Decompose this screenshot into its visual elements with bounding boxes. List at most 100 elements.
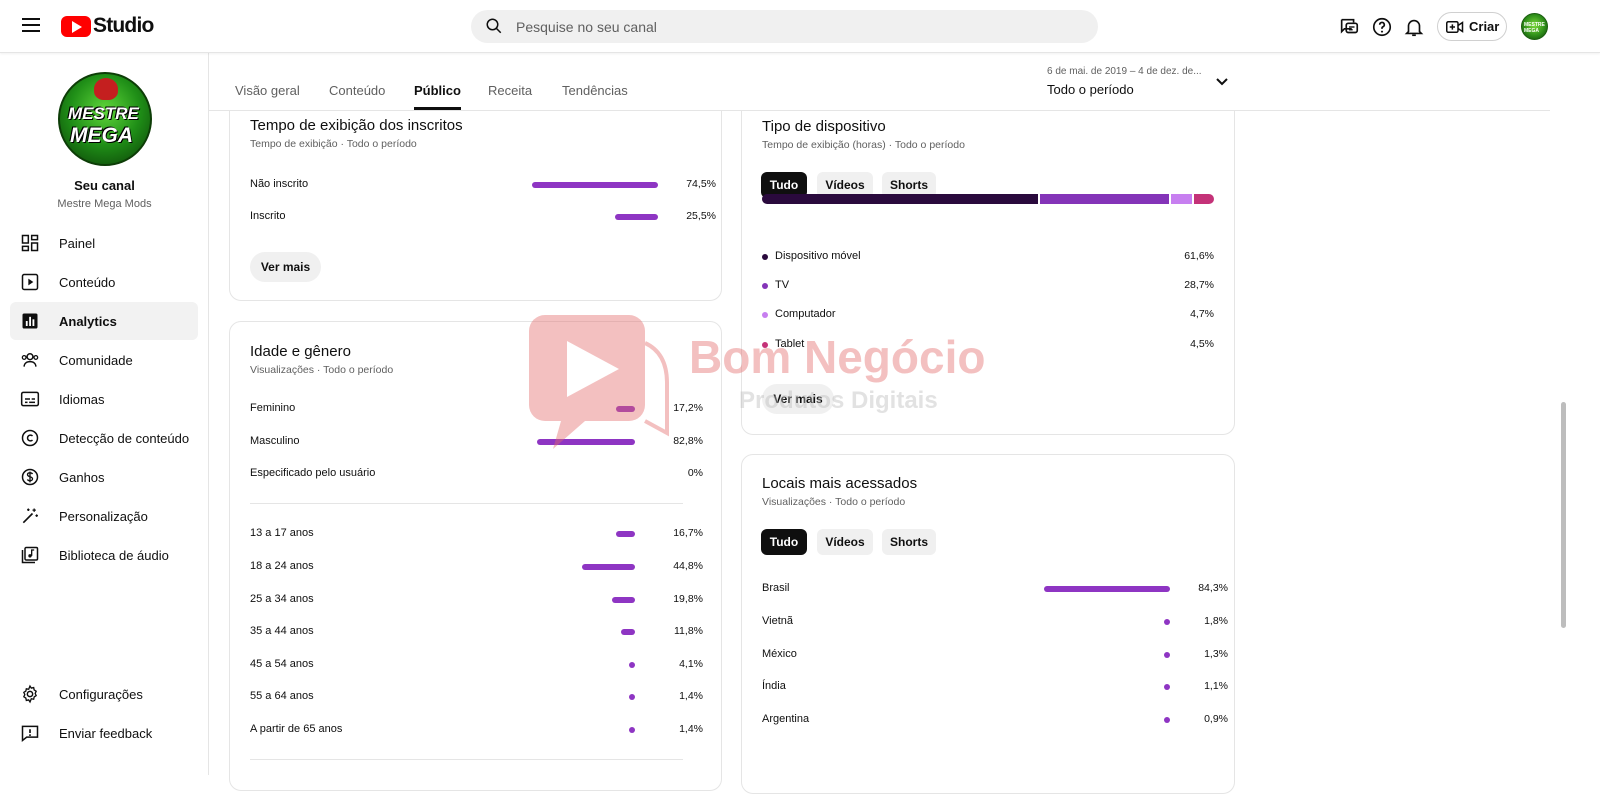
- menu-icon[interactable]: [22, 18, 40, 32]
- sidebar-item-conteudo[interactable]: Conteúdo: [10, 263, 198, 301]
- row-label: Computador: [775, 308, 836, 320]
- list-item: Não inscrito 74,5%: [250, 178, 741, 194]
- content-icon: [21, 273, 39, 291]
- sidebar-item-feedback[interactable]: Enviar feedback: [10, 714, 198, 752]
- tab-tendencias[interactable]: Tendências: [562, 83, 628, 98]
- row-dot: [1164, 684, 1170, 690]
- account-avatar[interactable]: MESTRE MEGA: [1521, 13, 1548, 40]
- sidebar-item-label: Enviar feedback: [59, 725, 153, 741]
- sidebar-item-label: Analytics: [59, 313, 117, 329]
- age-gender-card: Idade e gênero Visualizações · Todo o pe…: [229, 321, 722, 791]
- list-item: 35 a 44 anos 11,8%: [250, 625, 741, 641]
- card-title: Locais mais acessados: [762, 475, 918, 492]
- row-bar: [537, 439, 635, 445]
- sidebar-item-personalizacao[interactable]: Personalização: [10, 497, 198, 535]
- row-value: 1,8%: [1204, 615, 1228, 627]
- row-bar: [1044, 586, 1170, 592]
- chip-shorts[interactable]: Shorts: [882, 529, 936, 555]
- dollar-icon: [21, 468, 39, 486]
- row-label: Índia: [762, 680, 786, 692]
- scrollbar-thumb[interactable]: [1561, 402, 1566, 628]
- list-item: Índia 1,1%: [762, 680, 1254, 696]
- sidebar-item-biblioteca[interactable]: Biblioteca de áudio: [10, 536, 198, 574]
- card-subtitle: Visualizações · Todo o período: [250, 364, 394, 376]
- card-subtitle: Tempo de exibição (horas) · Todo o perío…: [762, 139, 965, 151]
- tab-receita[interactable]: Receita: [488, 83, 532, 98]
- row-value: 84,3%: [1198, 582, 1228, 594]
- row-value: 4,5%: [1190, 338, 1214, 350]
- row-label: 25 a 34 anos: [250, 593, 314, 605]
- date-range-label[interactable]: Todo o período: [1047, 82, 1134, 97]
- feedback-icon: [21, 725, 39, 743]
- row-label: Especificado pelo usuário: [250, 467, 376, 479]
- help-icon[interactable]: [1371, 16, 1393, 38]
- sidebar-item-deteccao[interactable]: Detecção de conteúdo: [10, 419, 198, 457]
- analytics-tabs-bar: Visão geral Conteúdo Público Receita Ten…: [209, 53, 1550, 111]
- copyright-icon: [21, 429, 39, 447]
- sidebar-item-label: Detecção de conteúdo: [59, 430, 190, 446]
- sidebar-item-label: Configurações: [59, 686, 143, 702]
- device-bar-segment: [1040, 194, 1169, 204]
- channel-avatar[interactable]: MESTRE MEGA: [58, 72, 152, 166]
- row-bar: [612, 597, 635, 603]
- tab-visao-geral[interactable]: Visão geral: [235, 83, 300, 98]
- sidebar-item-idiomas[interactable]: Idiomas: [10, 380, 198, 418]
- studio-logo[interactable]: Studio: [61, 14, 154, 38]
- chevron-down-icon[interactable]: [1215, 77, 1229, 87]
- list-item: 18 a 24 anos 44,8%: [250, 560, 741, 576]
- create-button[interactable]: Criar: [1437, 12, 1507, 41]
- row-value: 25,5%: [686, 210, 716, 222]
- tab-publico[interactable]: Público: [414, 83, 461, 110]
- sidebar-item-label: Comunidade: [59, 352, 133, 368]
- divider: [250, 503, 683, 504]
- list-item: TV 28,7%: [762, 279, 1214, 295]
- notifications-icon[interactable]: [1403, 16, 1425, 38]
- row-bar: [615, 214, 658, 220]
- see-more-button[interactable]: Ver mais: [762, 384, 834, 414]
- row-dot: [1164, 717, 1170, 723]
- dashboard-icon: [21, 234, 39, 252]
- search-input[interactable]: [516, 10, 1076, 43]
- sidebar-item-painel[interactable]: Painel: [10, 224, 198, 262]
- row-label: 55 a 64 anos: [250, 690, 314, 702]
- search-icon: [486, 18, 502, 34]
- date-range-dates[interactable]: 6 de mai. de 2019 – 4 de dez. de...: [1047, 66, 1207, 77]
- see-more-button[interactable]: Ver mais: [250, 252, 321, 282]
- list-item: Especificado pelo usuário 0%: [250, 467, 741, 483]
- list-item: 25 a 34 anos 19,8%: [250, 593, 741, 609]
- row-value: 1,4%: [679, 690, 703, 702]
- row-value: 82,8%: [673, 435, 703, 447]
- row-label: Vietnã: [762, 615, 793, 627]
- search-box[interactable]: [471, 10, 1098, 43]
- chip-tudo[interactable]: Tudo: [761, 529, 807, 555]
- sidebar-item-analytics[interactable]: Analytics: [10, 302, 198, 340]
- chip-videos[interactable]: Vídeos: [817, 529, 873, 555]
- subtitles-feedback-icon[interactable]: [1338, 16, 1360, 38]
- list-item: Brasil 84,3%: [762, 582, 1254, 598]
- sidebar-item-label: Idiomas: [59, 391, 105, 407]
- row-label: A partir de 65 anos: [250, 723, 343, 735]
- row-value: 17,2%: [673, 402, 703, 414]
- row-dot: [629, 662, 635, 668]
- sidebar-item-ganhos[interactable]: Ganhos: [10, 458, 198, 496]
- subscribers-watch-time-card: Tempo de exibição dos inscritos Tempo de…: [229, 90, 722, 301]
- sidebar-item-comunidade[interactable]: Comunidade: [10, 341, 198, 379]
- row-label: 35 a 44 anos: [250, 625, 314, 637]
- row-value: 19,8%: [673, 593, 703, 605]
- row-label: TV: [775, 279, 790, 291]
- gear-icon: [22, 684, 38, 704]
- tab-conteudo[interactable]: Conteúdo: [329, 83, 385, 98]
- avatar-line-2: MEGA: [70, 124, 133, 147]
- sidebar-item-configuracoes[interactable]: Configurações: [10, 675, 198, 713]
- avatar-text: MESTRE MEGA: [1524, 22, 1545, 34]
- row-value: 4,1%: [679, 658, 703, 670]
- sidebar-item-label: Painel: [59, 235, 96, 251]
- card-subtitle: Tempo de exibição · Todo o período: [250, 138, 417, 150]
- audio-library-icon: [21, 546, 39, 564]
- row-value: 74,5%: [686, 178, 716, 190]
- top-bar: Studio Criar MESTRE MEGA: [0, 0, 1600, 53]
- row-label: 18 a 24 anos: [250, 560, 314, 572]
- row-label: México: [762, 648, 797, 660]
- device-bar-segment: [1170, 194, 1192, 204]
- list-item: 45 a 54 anos 4,1%: [250, 658, 741, 674]
